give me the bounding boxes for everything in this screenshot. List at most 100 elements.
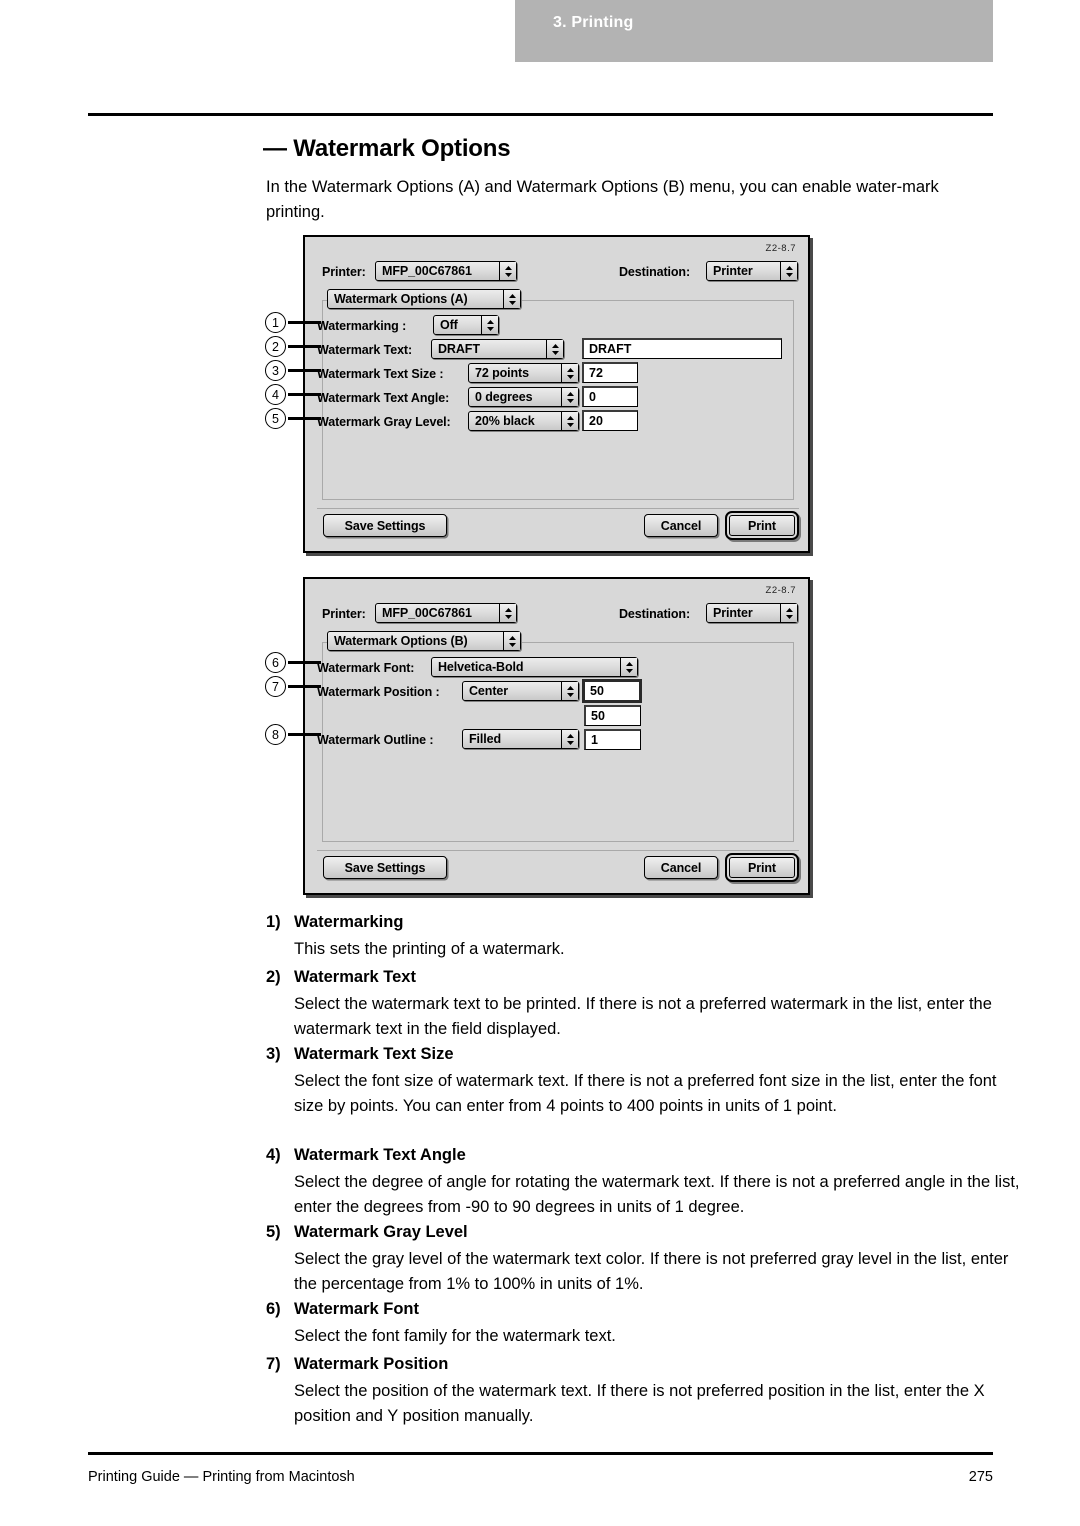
item-7-body: Select the position of the watermark tex…	[294, 1382, 985, 1425]
dialog-a-watermark-text-popup[interactable]: DRAFT	[431, 339, 564, 359]
dialog-a-code-label: Z2-8.7	[765, 243, 796, 254]
dialog-b-watermark-outline-value: Filled	[469, 732, 502, 746]
dialog-b-printer-popup[interactable]: MFP_00C67861	[375, 603, 517, 623]
chevron-updown-icon	[620, 658, 637, 676]
callout-line-4	[288, 393, 321, 396]
item-6-number: 6)	[266, 1300, 281, 1318]
dialog-a-print-inner: Print	[729, 515, 795, 536]
dialog-a-panel-popup[interactable]: Watermark Options (A)	[327, 289, 521, 309]
running-header-band: 3. Printing	[515, 0, 993, 62]
dialog-b-position-x-value: 50	[590, 684, 604, 698]
dialog-b-position-x-input[interactable]: 50	[582, 679, 642, 703]
dialog-b-print-inner: Print	[729, 857, 795, 878]
dialog-b-outline-width-input[interactable]: 1	[584, 729, 641, 750]
callout-marker-8: 8	[265, 724, 286, 745]
chevron-updown-icon	[481, 316, 498, 334]
item-5-body: Select the gray level of the watermark t…	[294, 1250, 1009, 1293]
item-2-body: Select the watermark text to be printed.…	[294, 995, 992, 1038]
dialog-a-text-angle-popup[interactable]: 0 degrees	[468, 387, 579, 407]
callout-marker-1: 1	[265, 312, 286, 333]
dialog-a-gray-level-input[interactable]: 20	[582, 410, 638, 431]
chevron-updown-icon	[561, 682, 578, 700]
dialog-a-text-angle-input[interactable]: 0	[582, 386, 638, 407]
footer-guide-title: Printing Guide — Printing from Macintosh	[88, 1469, 355, 1485]
dialog-a-text-angle-input-value: 0	[589, 390, 596, 404]
dialog-a-gray-level-popup[interactable]: 20% black	[468, 411, 579, 431]
callout-marker-4: 4	[265, 384, 286, 405]
watermark-options-a-dialog: Z2-8.7 Printer: MFP_00C67861 Destination…	[303, 235, 810, 553]
item-4-title: Watermark Text Angle	[294, 1146, 466, 1164]
dialog-a-printer-popup[interactable]: MFP_00C67861	[375, 261, 517, 281]
dialog-b-watermark-font-popup[interactable]: Helvetica-Bold	[431, 657, 638, 677]
callout-6-text: 6	[272, 655, 279, 670]
item-7-number: 7)	[266, 1355, 281, 1373]
dialog-a-destination-popup[interactable]: Printer	[706, 261, 798, 281]
dialog-b-destination-label: Destination:	[619, 607, 691, 621]
dialog-b-outline-width-value: 1	[591, 733, 598, 747]
callout-8-text: 8	[272, 727, 279, 742]
dialog-b-position-y-input[interactable]: 50	[584, 705, 641, 726]
dialog-a-watermarking-value: Off	[440, 318, 458, 332]
dialog-a-row4-label: Watermark Text Angle:	[317, 391, 450, 405]
dialog-b-printer-value: MFP_00C67861	[382, 606, 472, 620]
dialog-a-destination-value: Printer	[713, 264, 753, 278]
dialog-b-save-settings-button[interactable]: Save Settings	[323, 856, 447, 879]
running-header-label: 3. Printing	[553, 14, 634, 31]
dialog-a-row5-label: Watermark Gray Level:	[317, 415, 451, 429]
callout-7-text: 7	[272, 679, 279, 694]
dialog-b-watermark-position-popup[interactable]: Center	[462, 681, 579, 701]
callout-line-2	[288, 345, 321, 348]
item-7-title: Watermark Position	[294, 1355, 449, 1373]
callout-line-8	[288, 733, 321, 736]
dialog-a-panel-popup-value: Watermark Options (A)	[334, 292, 468, 306]
dialog-b-cancel-button[interactable]: Cancel	[644, 856, 718, 879]
bottom-rule	[88, 1452, 993, 1455]
dialog-b-destination-popup[interactable]: Printer	[706, 603, 798, 623]
dialog-b-row8-label: Watermark Outline :	[317, 733, 434, 747]
dialog-a-watermark-text-input[interactable]: DRAFT	[582, 338, 782, 359]
item-5-number: 5)	[266, 1223, 281, 1241]
dialog-a-gray-level-input-value: 20	[589, 414, 603, 428]
chevron-updown-icon	[561, 412, 578, 430]
intro-paragraph: In the Watermark Options (A) and Waterma…	[266, 178, 939, 221]
callout-line-5	[288, 417, 321, 420]
dialog-a-text-size-popup[interactable]: 72 points	[468, 363, 579, 383]
item-3-number: 3)	[266, 1045, 281, 1063]
dialog-a-cancel-button[interactable]: Cancel	[644, 514, 718, 537]
footer-page-number: 275	[968, 1469, 993, 1485]
dialog-a-watermark-text-input-value: DRAFT	[589, 342, 632, 356]
callout-line-3	[288, 369, 321, 372]
chevron-updown-icon	[561, 388, 578, 406]
dialog-b-code-label: Z2-8.7	[765, 585, 796, 596]
chevron-updown-icon	[503, 290, 520, 308]
dialog-a-row3-label: Watermark Text Size :	[317, 367, 444, 381]
callout-line-7	[288, 685, 321, 688]
item-6-body: Select the font family for the watermark…	[294, 1327, 616, 1345]
chevron-updown-icon	[780, 262, 797, 280]
item-5-title: Watermark Gray Level	[294, 1223, 468, 1241]
chevron-updown-icon	[561, 364, 578, 382]
dialog-a-button-separator	[317, 508, 799, 509]
callout-2-text: 2	[272, 339, 279, 354]
dialog-a-text-size-input[interactable]: 72	[582, 362, 638, 383]
dialog-b-watermark-outline-popup[interactable]: Filled	[462, 729, 579, 749]
callout-marker-3: 3	[265, 360, 286, 381]
dialog-a-print-button[interactable]: Print	[725, 511, 799, 540]
dialog-a-row1-label: Watermarking :	[317, 319, 407, 333]
dialog-a-printer-value: MFP_00C67861	[382, 264, 472, 278]
dialog-b-cancel-label: Cancel	[660, 860, 702, 875]
callout-1-text: 1	[272, 315, 279, 330]
callout-marker-7: 7	[265, 676, 286, 697]
dialog-b-row7-label: Watermark Position :	[317, 685, 440, 699]
dialog-b-button-separator	[317, 850, 799, 851]
chevron-updown-icon	[499, 262, 516, 280]
item-4-number: 4)	[266, 1146, 281, 1164]
dialog-a-save-settings-button[interactable]: Save Settings	[323, 514, 447, 537]
dialog-b-panel-popup-value: Watermark Options (B)	[334, 634, 468, 648]
dialog-b-print-button[interactable]: Print	[725, 853, 799, 882]
dialog-a-gray-level-value: 20% black	[475, 414, 535, 428]
dialog-b-panel-popup[interactable]: Watermark Options (B)	[327, 631, 521, 651]
dialog-a-watermarking-popup[interactable]: Off	[433, 315, 499, 335]
watermark-options-b-dialog: Z2-8.7 Printer: MFP_00C67861 Destination…	[303, 577, 810, 895]
dialog-a-destination-label: Destination:	[619, 265, 691, 279]
